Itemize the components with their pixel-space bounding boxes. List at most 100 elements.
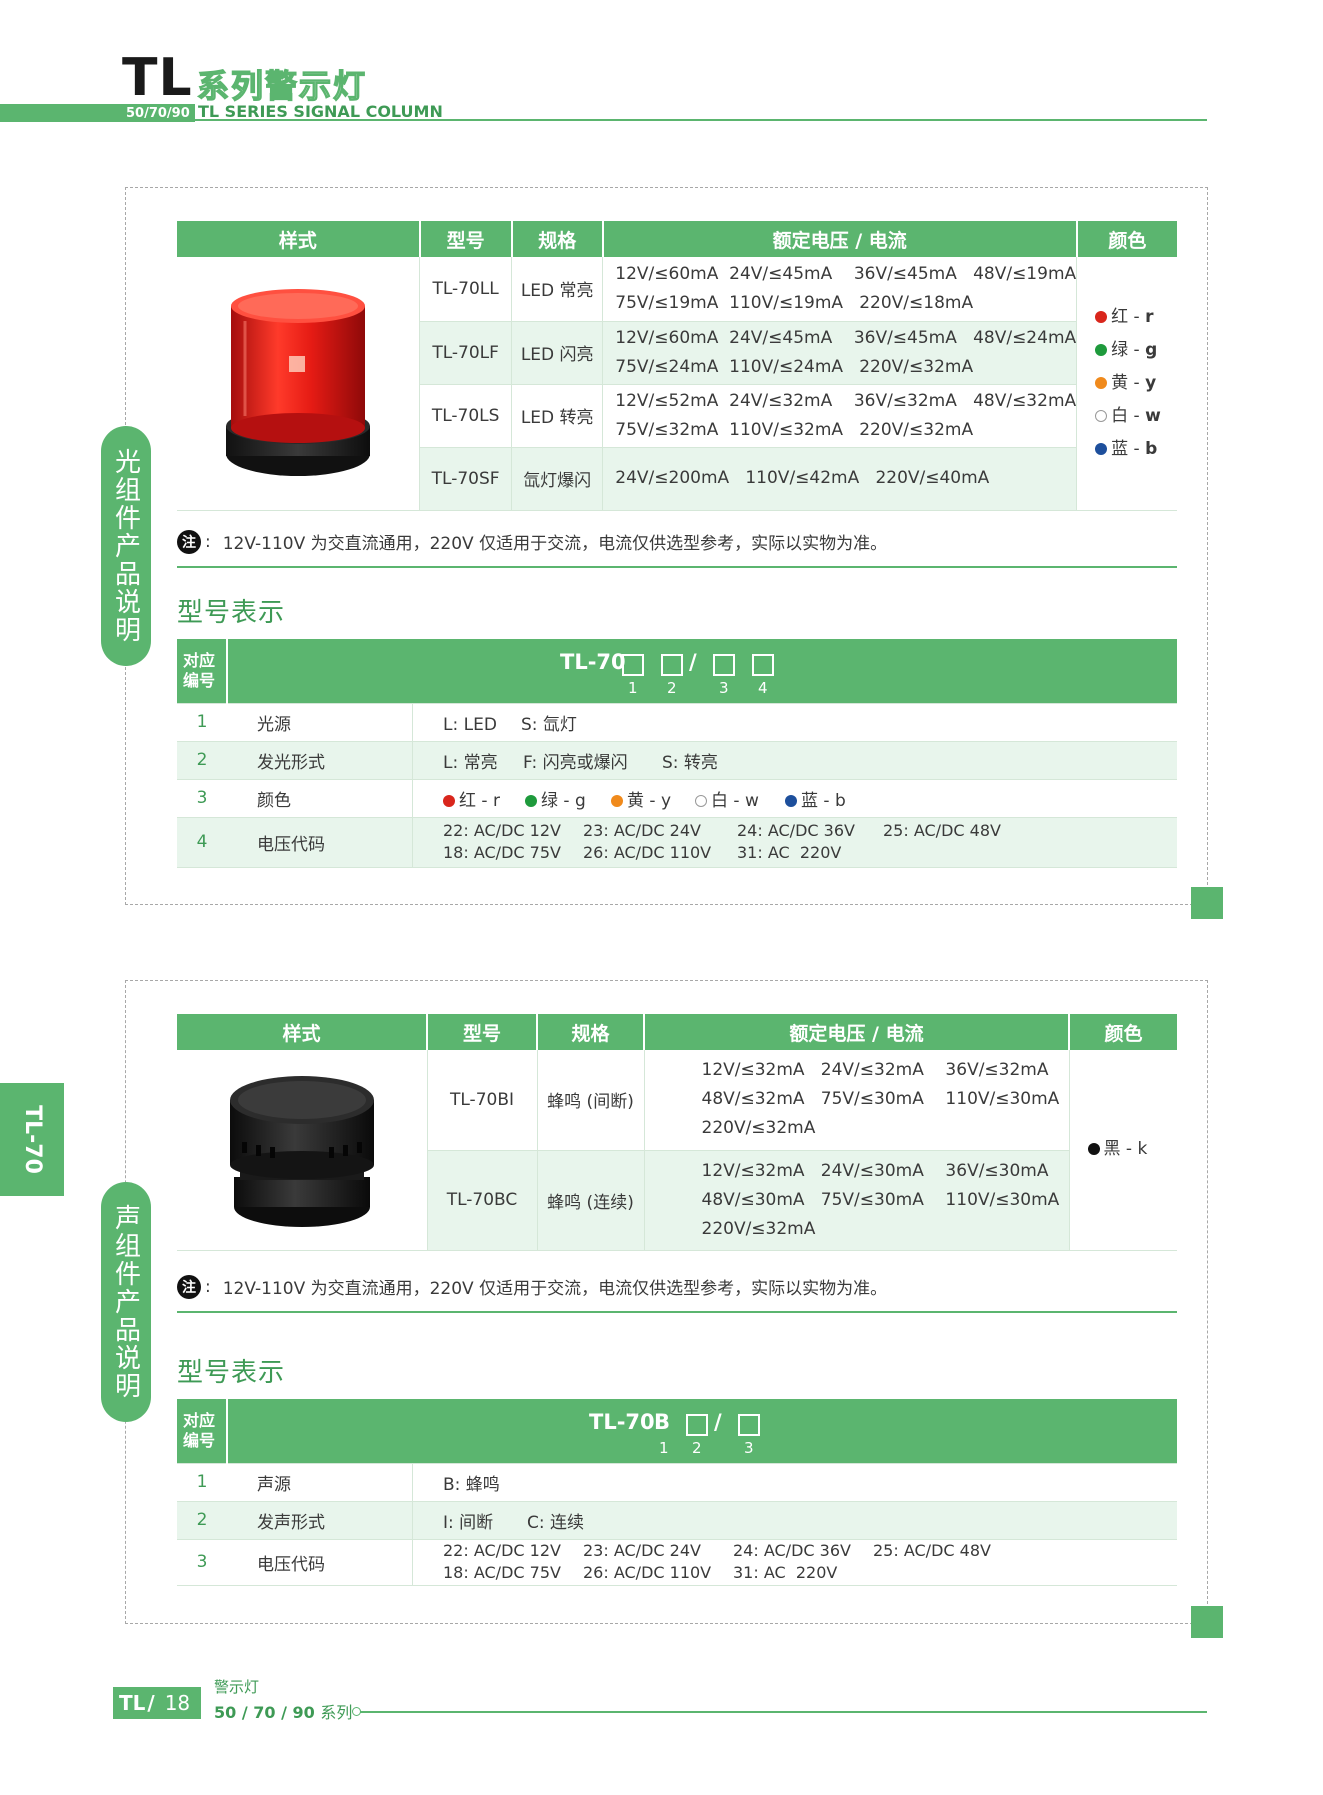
col-rating: 额定电压 / 电流	[601, 221, 1077, 257]
formula-slash: /	[689, 649, 697, 674]
row-label: 电压代码	[227, 1539, 413, 1586]
row-value: L: LED S: 氙灯	[412, 703, 1177, 742]
rating-line: 12V/≤60mA 24V/≤45mA 36V/≤45mA 48V/≤24mA	[615, 327, 1077, 348]
model-code-formula: TL-70 / 1 2 3 4	[228, 641, 1177, 701]
sound-note: 注 : 12V-110V 为交直流通用，220V 仅适用于交流，电流仅供选型参考…	[177, 1274, 887, 1299]
color-option-yellow: 黄 - y	[1095, 367, 1177, 400]
side-tab-model: TL-70	[0, 1083, 64, 1196]
row-number: 2	[177, 741, 227, 780]
row-value: 红 - r绿 - g黄 - y白 - w蓝 - b	[412, 779, 1177, 818]
col-spec: 规格	[510, 221, 603, 257]
color-option-green: 绿 - g	[525, 786, 611, 811]
slot-number: 1	[628, 678, 638, 697]
footer-slash: /	[147, 1691, 155, 1715]
red-light-module-image	[226, 288, 371, 476]
spec-cell: LED 常亮	[511, 257, 603, 322]
formula-prefix: TL-70	[560, 649, 626, 674]
row-label: 光源	[227, 703, 413, 742]
code-slot-2	[686, 1413, 708, 1436]
slot-number: 4	[758, 678, 768, 697]
col-color: 颜色	[1075, 221, 1177, 257]
row-label: 电压代码	[227, 817, 413, 868]
col-spec: 规格	[536, 1014, 644, 1050]
color-option-red: 红 - r	[1095, 301, 1177, 334]
red-dot-icon	[1095, 310, 1108, 323]
formula-slash: /	[714, 1409, 722, 1434]
rating-line: 75V/≤32mA 110V/≤32mA 220V/≤32mA	[615, 419, 974, 440]
rating-cell: 12V/≤52mA 24V/≤32mA 36V/≤32mA 48V/≤32mA …	[602, 384, 1077, 448]
sound-spec-table: 样式 型号 规格 额定电压 / 电流 颜色 TL-70BI 蜂鸣 (间断) 12…	[177, 1014, 1177, 1251]
col-model: 型号	[418, 221, 512, 257]
note-divider	[177, 566, 1177, 568]
formula-letter: B	[654, 1409, 671, 1434]
table-row: 4 电压代码 22: AC/DC 12V 23: AC/DC 24V 24: AC/…	[177, 817, 1177, 868]
code-formula-cell: TL-70 B / 1 2 3	[227, 1399, 1177, 1464]
code-slot-4	[752, 653, 774, 676]
col-rating: 额定电压 / 电流	[643, 1014, 1069, 1050]
rating-line: 48V/≤30mA 75V/≤30mA 110V/≤30mA	[701, 1189, 1060, 1210]
row-label: 发声形式	[227, 1501, 413, 1540]
model-code-formula: TL-70 B / 1 2 3	[228, 1401, 1177, 1461]
code-header-row: 对应 编号 TL-70 / 1 2 3 4	[177, 639, 1177, 704]
rating-line: 12V/≤32mA 24V/≤32mA 36V/≤32mA	[701, 1060, 1049, 1081]
series-title-cn: 系列警示灯	[196, 66, 368, 105]
model-cell: TL-70LS	[419, 384, 512, 448]
formula-prefix: TL-70	[589, 1409, 655, 1434]
series-sizes: 50/70/90	[126, 106, 190, 121]
rating-line: 12V/≤52mA 24V/≤32mA 36V/≤32mA 48V/≤32mA	[615, 390, 1077, 411]
color-option-red: 红 - r	[443, 786, 525, 811]
table-row: 1 光源 L: LED S: 氙灯	[177, 703, 1177, 742]
rating-cell: 12V/≤32mA 24V/≤30mA 36V/≤30mA 48V/≤30mA …	[643, 1150, 1069, 1251]
code-slot-3	[738, 1413, 760, 1436]
sound-section-corner	[1191, 1606, 1223, 1638]
table-row: 1 声源 B: 蜂鸣	[177, 1463, 1177, 1502]
footer-rule	[357, 1711, 1207, 1713]
rating-cell: 12V/≤60mA 24V/≤45mA 36V/≤45mA 48V/≤19mA …	[602, 257, 1077, 322]
row-value: L: 常亮 F: 闪亮或爆闪 S: 转亮	[412, 741, 1177, 780]
color-option-blue: 蓝 - b	[785, 791, 846, 811]
light-note: 注 : 12V-110V 为交直流通用，220V 仅适用于交流，电流仅供选型参考…	[177, 529, 887, 554]
rating-line: 24V/≤200mA 110V/≤42mA 220V/≤40mA	[615, 468, 990, 488]
row-number: 3	[177, 779, 227, 818]
blue-dot-icon	[1095, 442, 1108, 455]
spec-cell: LED 转亮	[511, 384, 603, 448]
color-option-green: 绿 - g	[1095, 334, 1177, 367]
color-option-yellow: 黄 - y	[611, 786, 695, 811]
model-cell: TL-70SF	[419, 447, 512, 511]
rating-line: 75V/≤19mA 110V/≤19mA 220V/≤18mA	[615, 292, 974, 313]
row-label: 颜色	[227, 779, 413, 818]
note-text: 12V-110V 为交直流通用，220V 仅适用于交流，电流仅供选型参考，实际以…	[222, 534, 888, 554]
color-option-white: 白 - w	[695, 786, 785, 811]
sound-product-image-cell	[177, 1050, 427, 1251]
black-buzzer-module-image	[229, 1076, 374, 1228]
sound-code-title: 型号表示	[177, 1358, 286, 1388]
rating-line: 75V/≤24mA 110V/≤24mA 220V/≤32mA	[615, 356, 974, 377]
table-row: TL-70BI 蜂鸣 (间断) 12V/≤32mA 24V/≤32mA 36V/…	[177, 1050, 1177, 1251]
row-value: I: 间断 C: 连续	[412, 1501, 1177, 1540]
yellow-dot-icon	[1095, 376, 1108, 389]
spec-cell: 蜂鸣 (连续)	[536, 1150, 644, 1251]
index-header: 对应 编号	[177, 1399, 228, 1464]
red-dot-icon	[443, 794, 455, 807]
row-number: 3	[177, 1539, 227, 1586]
page-number: 18	[164, 1691, 191, 1715]
row-value: 22: AC/DC 12V 23: AC/DC 24V 24: AC/DC 36V 2…	[412, 1539, 1177, 1586]
color-option-black: 黑 - k	[1087, 1133, 1178, 1166]
code-slot-2	[661, 653, 683, 676]
row-number: 1	[177, 703, 227, 742]
green-dot-icon	[1095, 343, 1108, 356]
light-section-side-label: 光组件产品说明	[101, 426, 151, 666]
spec-cell: 蜂鸣 (间断)	[536, 1050, 644, 1151]
col-color: 颜色	[1068, 1014, 1177, 1050]
slot-number: 3	[744, 1438, 754, 1457]
light-spec-table: 样式 型号 规格 额定电压 / 电流 颜色 TL-70LL LED 常亮 12V…	[177, 221, 1177, 511]
white-dot-icon	[695, 794, 707, 807]
code-formula-cell: TL-70 / 1 2 3 4	[227, 639, 1177, 704]
rating-line: 48V/≤32mA 75V/≤30mA 110V/≤30mA	[701, 1089, 1060, 1110]
sound-model-code-table: 对应 编号 TL-70 B / 1 2 3 1 声源 B: 蜂鸣 2 发声形式 I…	[177, 1399, 1177, 1586]
color-options-cell: 红 - r 绿 - g 黄 - y 白 - w 蓝 - b	[1076, 257, 1177, 511]
slot-number: 3	[719, 678, 729, 697]
note-divider	[177, 1311, 1177, 1313]
series-title-en: TL SERIES SIGNAL COLUMN	[198, 102, 443, 121]
color-option-blue: 蓝 - b	[1095, 433, 1177, 466]
